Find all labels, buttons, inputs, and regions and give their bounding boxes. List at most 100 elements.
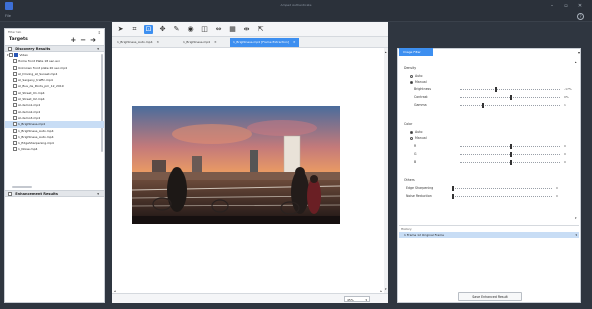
density-manual-radio[interactable]: Manual [410,80,427,84]
target-tool-icon[interactable]: ◉ [186,25,195,34]
close-icon[interactable]: ✕ [157,40,160,44]
folder-icon [14,53,19,57]
g-slider[interactable]: G 0 [414,152,574,157]
minimize-icon[interactable]: – [548,2,556,10]
chevron-down-icon[interactable]: ▾ [97,47,99,51]
r-label: R [414,144,417,148]
contrast-slider[interactable]: Contrast 0% [414,95,574,100]
tree-item-checkbox[interactable] [13,103,17,108]
tree-item-checkbox[interactable] [13,115,17,120]
menu-bar: File ? [0,12,592,22]
slider-thumb[interactable] [510,160,512,165]
enhancement-checkbox[interactable] [8,192,12,196]
grid-tool-icon[interactable]: ▦ [228,25,237,34]
zoom-tool-icon[interactable]: ⊡ [144,25,153,34]
slider-track [452,196,552,197]
slider-thumb[interactable] [482,103,484,108]
edge-sharpening-slider[interactable]: Edge Sharpening 0 [406,186,574,191]
viewer-vertical-scrollbar[interactable]: ▴ ▾ [384,48,388,293]
image-viewer[interactable]: ▴ ▾ ◂ ▸ [112,48,388,293]
pointer-tool-icon[interactable]: ➤ [116,25,125,34]
slider-thumb[interactable] [510,152,512,157]
file-tab[interactable]: 1_Brightness.mp4 [Frame Extraction] ✕ [230,38,299,47]
discovery-results-label: Discovery Results [15,47,51,51]
tree-item-checkbox[interactable] [13,65,17,70]
color-auto-label: Auto [415,130,423,134]
move-target-button[interactable]: ➜ [90,36,100,44]
tree-item-checkbox[interactable] [9,53,14,57]
panel-menu-icon[interactable]: ▾ [578,50,580,55]
split-tool-icon[interactable]: ⇹ [242,25,251,34]
tree-item-checkbox[interactable] [13,128,17,133]
tab-image-filter[interactable]: Image Filter [399,48,433,56]
close-icon[interactable]: ✕ [293,40,296,44]
scroll-down-icon[interactable]: ▾ [575,216,577,220]
color-picker-icon[interactable]: ✎ [172,25,181,34]
scroll-down-icon[interactable]: ▾ [385,287,387,291]
color-auto-radio[interactable]: Auto [410,130,422,134]
compare-tool-icon[interactable]: ⇔ [214,25,223,34]
help-icon[interactable]: ? [577,13,584,20]
menu-file[interactable]: File [5,14,11,18]
pan-tool-icon[interactable]: ✥ [158,25,167,34]
tree-item-checkbox[interactable] [13,134,17,139]
zoom-value: 45% [347,298,354,302]
file-tree: ▾ Video Home front Plate 18 sec.avi Unknow… [5,52,104,185]
tree-item-checkbox[interactable] [13,90,17,95]
tree-item-checkbox[interactable] [13,97,17,102]
tree-item-label: Home front Plate 18 sec.avi [18,59,60,64]
slider-thumb[interactable] [510,144,512,149]
file-tabs: 1_Brightness_Auto.mp4 ✕ 1_Brightness.mp4 ✕ 1… [112,37,388,48]
close-icon[interactable]: ✕ [214,40,217,44]
gamma-slider[interactable]: Gamma 1 [414,103,574,108]
r-slider[interactable]: R 0 [414,144,574,149]
b-slider[interactable]: B 0 [414,160,574,165]
frame-tool-icon[interactable]: ◫ [200,25,209,34]
file-tab[interactable]: 1_Brightness.mp4 ✕ [180,38,220,47]
scroll-up-icon[interactable]: ▴ [575,60,577,64]
crop-tool-icon[interactable]: ⌗ [130,25,139,34]
tree-item-checkbox[interactable] [13,84,17,89]
slider-thumb[interactable] [510,95,512,100]
edge-sharpening-label: Edge Sharpening [406,186,434,190]
history-item[interactable]: 1 Frame 12 Original Frame ▾ [399,232,579,238]
remove-target-button[interactable]: − [80,36,90,44]
enhancement-results-header[interactable]: Enhancement Results ▾ [5,190,104,197]
density-auto-radio[interactable]: Auto [410,74,422,78]
r-value: 0 [564,144,566,148]
tree-item-checkbox[interactable] [13,78,17,83]
slider-thumb[interactable] [452,186,454,191]
discovery-checkbox[interactable] [8,47,12,51]
scale-tool-icon[interactable]: ⇱ [256,25,265,34]
contrast-value: 0% [564,95,569,99]
edge-sharpening-value: 0 [556,186,558,190]
tree-item-checkbox[interactable] [13,59,17,64]
discovery-results-header[interactable]: Discovery Results ▾ [5,45,104,52]
tree-item-checkbox[interactable] [13,109,17,114]
maximize-icon[interactable]: ▫ [562,2,570,10]
slider-thumb[interactable] [495,87,497,92]
file-tab[interactable]: 1_Brightness_Auto.mp4 ✕ [114,38,162,47]
brightness-slider[interactable]: Brightness -17% [414,87,574,92]
tree-item[interactable]: 1_Noise.mp4 [5,146,104,152]
tab-label: 1_Brightness.mp4 [183,40,211,44]
tree-item-checkbox[interactable] [13,122,17,127]
pin-icon[interactable]: ⇕ [98,30,101,35]
chevron-down-icon[interactable]: ▾ [97,192,99,196]
slider-thumb[interactable] [452,194,454,199]
close-icon[interactable]: ✕ [576,2,584,10]
filter-scrollbar[interactable]: ▴ ▾ [575,60,578,220]
tree-item-label: AI_Street_02.mp4 [18,97,45,102]
save-enhanced-result-button[interactable]: Save Enhanced Result [458,292,522,301]
targets-header: Targets +−➜ [5,36,104,45]
tree-item-checkbox[interactable] [13,147,17,152]
add-target-button[interactable]: + [70,36,80,44]
chevron-down-icon[interactable]: ▾ [575,232,577,238]
zoom-select[interactable]: 45% ▾ [344,296,370,302]
tree-item-checkbox[interactable] [13,71,17,76]
color-manual-radio[interactable]: Manual [410,136,427,140]
noise-reduction-slider[interactable]: Noise Reduction 0 [406,194,574,199]
contrast-label: Contrast [414,95,428,99]
tree-item-checkbox[interactable] [13,141,17,146]
scroll-up-icon[interactable]: ▴ [385,50,387,54]
